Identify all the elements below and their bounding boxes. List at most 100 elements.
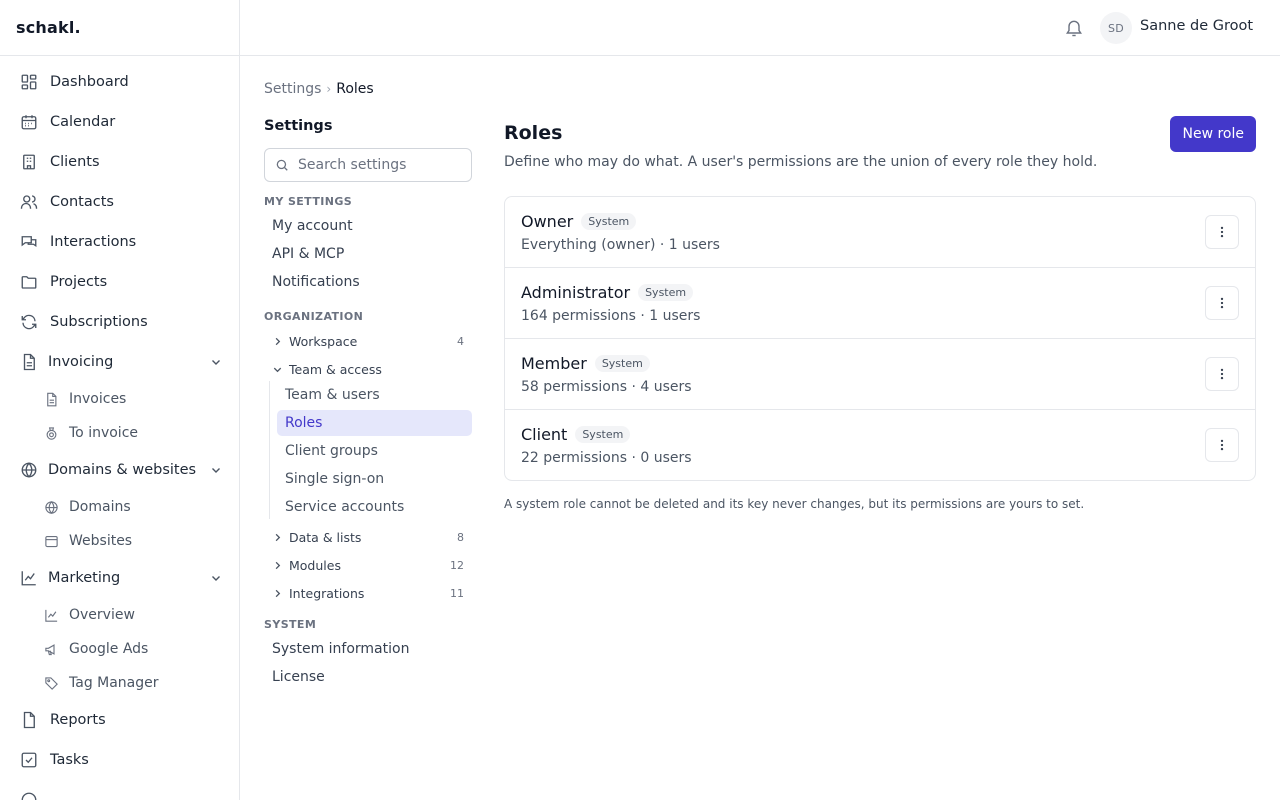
settings-link-license[interactable]: License bbox=[272, 669, 325, 685]
clients-icon bbox=[20, 153, 38, 171]
nav-item-contacts[interactable]: Contacts bbox=[0, 182, 239, 222]
nav-sub-label: Google Ads bbox=[69, 641, 149, 657]
user-name[interactable]: Sanne de Groot bbox=[1140, 18, 1253, 34]
chevron-down-icon bbox=[210, 464, 222, 476]
settings-link-client-groups[interactable]: Client groups bbox=[277, 438, 472, 464]
role-actions-button[interactable] bbox=[1205, 357, 1239, 391]
nav-sub-domains[interactable]: Domains bbox=[0, 490, 239, 524]
settings-group-modules[interactable]: Modules 12 bbox=[272, 553, 472, 577]
nav-item-tasks[interactable]: Tasks bbox=[0, 740, 239, 780]
settings-link-api-mcp[interactable]: API & MCP bbox=[272, 246, 344, 262]
nav-group-marketing[interactable]: Marketing bbox=[0, 558, 239, 598]
role-name: Administrator bbox=[521, 283, 631, 302]
nav-group-domains[interactable]: Domains & websites bbox=[0, 450, 239, 490]
settings-link-notifications[interactable]: Notifications bbox=[272, 274, 360, 290]
more-vertical-icon bbox=[1215, 367, 1229, 381]
settings-group-count: 8 bbox=[457, 530, 464, 544]
circle-icon bbox=[20, 791, 38, 800]
settings-group-integrations[interactable]: Integrations 11 bbox=[272, 581, 472, 605]
nav-item-calendar[interactable]: Calendar bbox=[0, 102, 239, 142]
avatar[interactable]: SD bbox=[1100, 12, 1132, 44]
role-meta: 164 permissions · 1 users bbox=[521, 308, 701, 324]
system-badge: System bbox=[581, 213, 637, 230]
tag-icon bbox=[44, 676, 59, 691]
system-badge: System bbox=[638, 284, 694, 301]
settings-link-team-users[interactable]: Team & users bbox=[277, 382, 472, 408]
refresh-icon bbox=[20, 313, 38, 331]
roles-footnote: A system role cannot be deleted and its … bbox=[504, 497, 1085, 511]
document-icon bbox=[20, 353, 38, 371]
settings-group-label: Data & lists bbox=[289, 529, 362, 545]
nav-item-label: Reports bbox=[50, 712, 106, 728]
main-nav: Dashboard Calendar Clients Contacts Inte… bbox=[0, 62, 239, 800]
main-sidebar: schakl. Dashboard Calendar Clients Conta… bbox=[0, 0, 240, 800]
nav-item-projects[interactable]: Projects bbox=[0, 262, 239, 302]
nav-item-dashboard[interactable]: Dashboard bbox=[0, 62, 239, 102]
nav-sub-google-ads[interactable]: Google Ads bbox=[0, 632, 239, 666]
logo-divider bbox=[0, 55, 239, 56]
breadcrumb: Settings › Roles bbox=[264, 81, 374, 97]
nav-sub-label: Websites bbox=[69, 533, 133, 549]
role-name: Owner bbox=[521, 212, 574, 231]
system-badge: System bbox=[575, 426, 631, 443]
nav-item-label: Clients bbox=[50, 154, 100, 170]
nav-item-label: Tasks bbox=[50, 752, 89, 768]
page-description: Define who may do what. A user's permiss… bbox=[504, 154, 1098, 170]
role-row-member[interactable]: Member System 58 permissions · 4 users bbox=[505, 339, 1255, 410]
nav-item-subscriptions[interactable]: Subscriptions bbox=[0, 302, 239, 342]
search-input[interactable] bbox=[298, 157, 468, 173]
role-row-owner[interactable]: Owner System Everything (owner) · 1 users bbox=[505, 197, 1255, 268]
settings-link-my-account[interactable]: My account bbox=[272, 218, 353, 234]
role-actions-button[interactable] bbox=[1205, 428, 1239, 462]
nav-item-more[interactable] bbox=[0, 780, 239, 800]
settings-group-label: Integrations bbox=[289, 585, 365, 601]
settings-group-team-access[interactable]: Team & access bbox=[272, 357, 472, 381]
settings-group-label: Modules bbox=[289, 557, 341, 573]
system-badge: System bbox=[594, 355, 650, 372]
role-name: Member bbox=[521, 354, 587, 373]
settings-link-single-sign-on[interactable]: Single sign-on bbox=[277, 466, 472, 492]
settings-group-data-lists[interactable]: Data & lists 8 bbox=[272, 525, 472, 549]
reports-icon bbox=[20, 711, 38, 729]
breadcrumb-settings[interactable]: Settings bbox=[264, 81, 321, 97]
nav-sub-invoices[interactable]: Invoices bbox=[0, 382, 239, 416]
nav-sub-tag-manager[interactable]: Tag Manager bbox=[0, 666, 239, 700]
nav-item-reports[interactable]: Reports bbox=[0, 700, 239, 740]
search-icon bbox=[275, 158, 289, 172]
settings-link-system-information[interactable]: System information bbox=[272, 641, 409, 657]
nav-item-clients[interactable]: Clients bbox=[0, 142, 239, 182]
role-name-wrap: Client System bbox=[521, 425, 631, 444]
role-row-administrator[interactable]: Administrator System 164 permissions · 1 … bbox=[505, 268, 1255, 339]
chevron-right-icon bbox=[272, 560, 283, 571]
section-label-organization: ORGANIZATION bbox=[264, 310, 364, 323]
interactions-icon bbox=[20, 233, 38, 251]
nav-sub-to-invoice[interactable]: To invoice bbox=[0, 416, 239, 450]
settings-link-roles[interactable]: Roles bbox=[277, 410, 472, 436]
tasks-icon bbox=[20, 751, 38, 769]
nav-sub-websites[interactable]: Websites bbox=[0, 524, 239, 558]
section-label-my-settings: MY SETTINGS bbox=[264, 195, 353, 208]
new-role-button[interactable]: New role bbox=[1170, 116, 1256, 152]
nav-sub-label: To invoice bbox=[69, 425, 139, 441]
bell-icon[interactable] bbox=[1064, 18, 1084, 38]
tree-line bbox=[269, 381, 270, 519]
nav-item-label: Contacts bbox=[50, 194, 114, 210]
chevron-right-icon bbox=[272, 532, 283, 543]
nav-sub-label: Overview bbox=[69, 607, 135, 623]
chevron-right-icon bbox=[272, 336, 283, 347]
chevron-down-icon bbox=[210, 572, 222, 584]
role-row-client[interactable]: Client System 22 permissions · 0 users bbox=[505, 410, 1255, 480]
nav-group-invoicing[interactable]: Invoicing bbox=[0, 342, 239, 382]
role-name-wrap: Member System bbox=[521, 354, 650, 373]
role-name-wrap: Owner System bbox=[521, 212, 637, 231]
role-actions-button[interactable] bbox=[1205, 215, 1239, 249]
role-actions-button[interactable] bbox=[1205, 286, 1239, 320]
nav-item-interactions[interactable]: Interactions bbox=[0, 222, 239, 262]
section-label-system: SYSTEM bbox=[264, 618, 317, 631]
nav-sub-overview[interactable]: Overview bbox=[0, 598, 239, 632]
more-vertical-icon bbox=[1215, 225, 1229, 239]
app-logo[interactable]: schakl. bbox=[16, 18, 81, 37]
settings-group-workspace[interactable]: Workspace 4 bbox=[272, 329, 472, 353]
settings-link-service-accounts[interactable]: Service accounts bbox=[277, 494, 472, 520]
settings-search[interactable] bbox=[264, 148, 472, 182]
